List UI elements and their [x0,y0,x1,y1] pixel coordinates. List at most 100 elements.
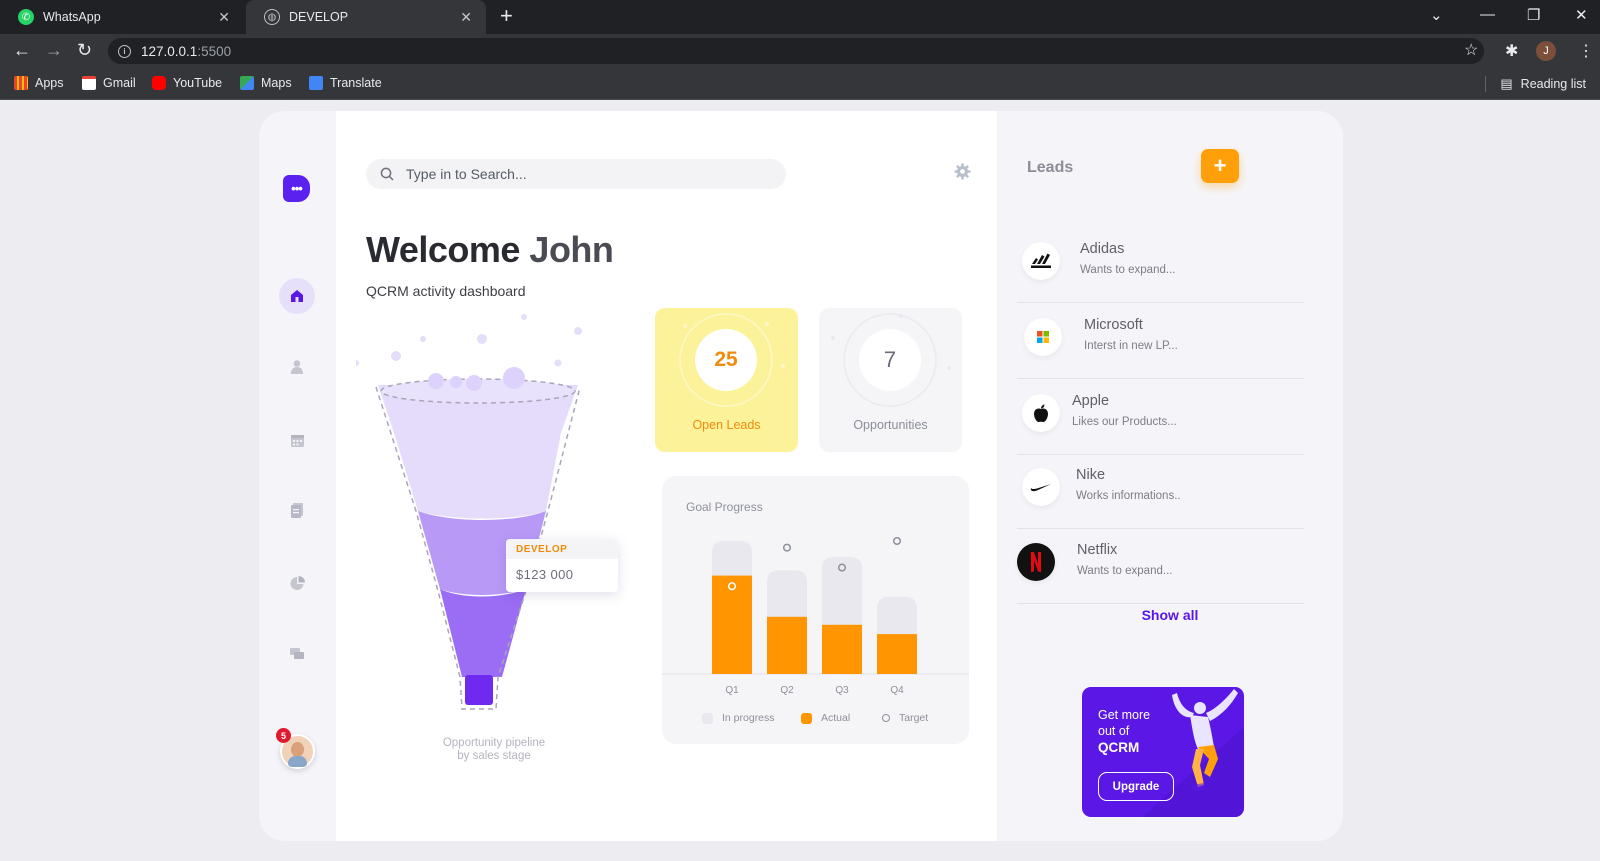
funnel-caption: Opportunity pipeline by sales stage [411,737,577,763]
nav-home-icon[interactable] [279,278,315,314]
open-leads-value: 25 [695,329,757,391]
bar-actual-q4 [877,634,917,674]
upgrade-promo-card: Get more out of QCRM Upgrade [1082,687,1244,817]
tab-whatsapp[interactable]: ✆ WhatsApp ✕ [0,0,244,34]
lead-item-apple[interactable]: Apple Likes our Products... [1017,379,1304,455]
reload-icon[interactable]: ↻ [77,40,92,61]
bookmark-youtube[interactable]: YouTube [152,76,222,90]
legend-swatch [882,714,890,722]
apps-grid-icon [14,76,28,90]
youtube-icon [152,76,166,90]
address-bar[interactable]: i 127.0.0.1:5500 [108,38,1484,64]
nav-contacts-icon[interactable] [279,349,315,385]
tab-search-icon[interactable]: ⌄ [1430,6,1443,24]
avatar-face [291,742,304,757]
promo-brand: QCRM [1098,740,1140,755]
sidebar: ••• 5 [259,111,336,841]
leads-panel: Leads + Adidas Wants to expand... Micros… [997,111,1343,841]
bar-actual-q3 [822,624,862,674]
main-panel: Welcome John QCRM activity dashboard DEV… [336,111,997,841]
funnel-caption-line1: Opportunity pipeline [442,737,546,749]
open-leads-label: Open Leads [692,418,761,432]
globe-icon: ◍ [264,9,280,25]
add-lead-button[interactable]: + [1201,149,1239,183]
menu-icon[interactable]: ⋮ [1578,41,1594,61]
bookmark-maps[interactable]: Maps [240,76,292,90]
opportunities-card[interactable]: 7 Opportunities [819,308,962,452]
nike-logo [1022,468,1060,506]
reading-list[interactable]: ▤ Reading list [1485,76,1586,92]
lead-item-nike[interactable]: Nike Works informations.. [1017,453,1304,529]
opportunities-value: 7 [859,329,921,391]
tab-title: WhatsApp [43,10,101,24]
bookmark-label: YouTube [173,76,223,90]
bar-actual-q1 [712,575,752,674]
app-logo[interactable]: ••• [283,175,310,202]
back-icon[interactable]: ← [13,40,31,61]
user-name: John [529,229,614,270]
lead-description: Wants to expand... [1080,264,1176,276]
tooltip-value: $123 000 [516,567,574,582]
legend-label: Target [899,712,929,724]
x-tick-label: Q3 [835,685,849,696]
notification-badge: 5 [276,728,291,743]
search-bar[interactable] [366,159,786,189]
nav-calendar-icon[interactable] [279,422,315,458]
show-all-link[interactable]: Show all [997,607,1343,623]
tab-title: DEVELOP [289,10,349,24]
lead-name: Netflix [1077,542,1118,558]
star-icon[interactable]: ☆ [1464,40,1478,60]
lead-item-adidas[interactable]: Adidas Wants to expand... [1017,227,1304,303]
settings-gear-icon[interactable] [954,163,971,185]
url-port: :5500 [197,43,232,59]
forward-icon[interactable]: → [45,40,63,61]
nav-reports-icon[interactable] [279,565,315,601]
restore-icon[interactable]: ❐ [1527,6,1540,24]
x-tick-label: Q2 [780,685,794,696]
welcome-heading: Welcome John [366,229,614,271]
bookmark-label: Apps [35,76,64,90]
bookmark-apps[interactable]: Apps [14,76,64,90]
legend-label: In progress [722,712,775,724]
profile-avatar[interactable]: J [1536,41,1556,61]
close-tab-icon[interactable]: ✕ [218,9,230,26]
nav-messages-icon[interactable] [279,636,315,672]
url-host: 127.0.0.1 [141,43,198,59]
pipeline-funnel [356,314,582,710]
x-tick-label: Q1 [725,685,739,696]
page-subtitle: QCRM activity dashboard [366,283,526,299]
new-tab-button[interactable]: + [500,5,513,27]
close-tab-icon[interactable]: ✕ [460,9,472,26]
translate-icon [309,76,323,90]
tab-develop[interactable]: ◍ DEVELOP ✕ [246,0,486,34]
target-marker-q4 [892,536,902,546]
lead-name: Microsoft [1084,317,1143,333]
leads-divider [1017,603,1304,604]
bookmark-gmail[interactable]: Gmail [82,76,136,90]
legend-in-progress: In progress [702,712,775,724]
lead-item-netflix[interactable]: Netflix Wants to expand... [1017,528,1304,604]
promo-text: Get more out of [1098,708,1151,738]
upgrade-button[interactable]: Upgrade [1098,772,1174,801]
bookmark-translate[interactable]: Translate [309,76,382,90]
lead-description: Works informations.. [1076,490,1181,502]
browser-toolbar: ← → ↻ i 127.0.0.1:5500 ☆ ✱ J ⋮ [0,34,1600,68]
open-leads-card[interactable]: 25 Open Leads [655,308,798,452]
crm-app: ••• 5 Type in to Search... Welcome John … [259,111,1343,841]
search-input[interactable] [406,166,766,182]
extensions-icon[interactable]: ✱ [1505,41,1518,61]
funnel-stage-tooltip: DEVELOP $123 000 [506,539,618,592]
funnel-bubbles [356,314,582,367]
bar-actual-q2 [767,616,807,674]
legend-actual: Actual [801,712,850,724]
adidas-logo [1022,242,1060,280]
lead-item-microsoft[interactable]: Microsoft Interst in new LP... [1017,303,1304,379]
bookmark-label: Maps [261,76,292,90]
minimize-icon[interactable]: — [1480,6,1495,23]
close-window-icon[interactable]: ✕ [1575,6,1588,24]
nav-documents-icon[interactable] [279,492,315,528]
legend-swatch [702,712,713,724]
info-icon[interactable]: i [118,44,131,58]
maps-icon [240,76,254,90]
legend-label: Actual [821,712,851,724]
